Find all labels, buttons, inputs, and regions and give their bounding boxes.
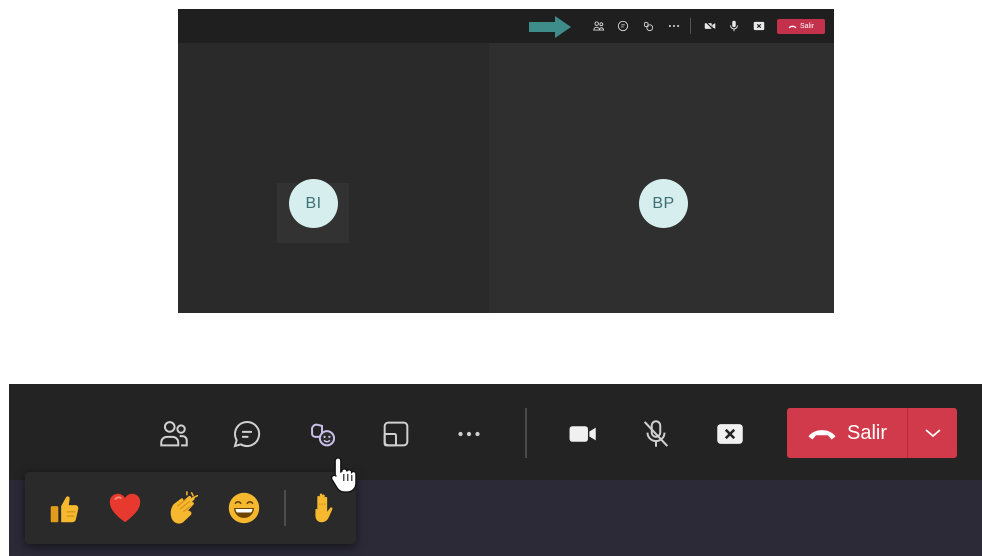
- camera-icon[interactable]: [563, 414, 603, 454]
- avatar: BP: [639, 179, 688, 228]
- chevron-down-icon: [924, 429, 941, 438]
- share-tray-icon[interactable]: [752, 19, 766, 33]
- people-icon[interactable]: [592, 19, 606, 33]
- laugh-icon[interactable]: [224, 488, 264, 528]
- reactions-icon[interactable]: [641, 19, 655, 33]
- reactions-popup: [25, 472, 356, 544]
- more-options-icon[interactable]: [667, 19, 681, 33]
- reactions-icon[interactable]: [302, 414, 342, 454]
- toolbar-divider: [690, 18, 691, 34]
- leave-label: Salir: [846, 421, 887, 444]
- phone-hangup-icon: [808, 430, 836, 440]
- share-tray-icon[interactable]: [710, 414, 750, 454]
- leave-label-mini: Salir: [799, 23, 814, 30]
- hand-cursor-icon: [330, 457, 357, 493]
- leave-options-dropdown[interactable]: [908, 408, 957, 458]
- participant-tile-right: [489, 43, 834, 313]
- share-screen-icon[interactable]: [376, 414, 416, 454]
- meeting-window-preview: Salir: [178, 9, 834, 313]
- chat-icon[interactable]: [227, 414, 267, 454]
- applause-icon[interactable]: [165, 488, 205, 528]
- like-icon[interactable]: [44, 488, 84, 528]
- chat-icon[interactable]: [616, 19, 630, 33]
- microphone-icon[interactable]: [727, 19, 741, 33]
- arrow-pointer-icon: [529, 16, 571, 38]
- avatar: BI: [289, 179, 338, 228]
- meeting-top-bar: Salir: [178, 9, 834, 43]
- people-icon[interactable]: [154, 414, 194, 454]
- microphone-muted-icon[interactable]: [636, 414, 676, 454]
- leave-button-mini[interactable]: Salir: [777, 19, 825, 34]
- heart-icon[interactable]: [105, 488, 145, 528]
- more-options-icon[interactable]: [449, 414, 489, 454]
- phone-hangup-icon: [788, 25, 797, 29]
- reactions-divider: [284, 490, 286, 526]
- leave-call-button[interactable]: Salir: [787, 408, 907, 458]
- participant-tile-left: [178, 43, 489, 313]
- camera-icon[interactable]: [703, 19, 717, 33]
- toolbar-divider: [525, 408, 527, 458]
- leave-button[interactable]: Salir: [787, 408, 957, 458]
